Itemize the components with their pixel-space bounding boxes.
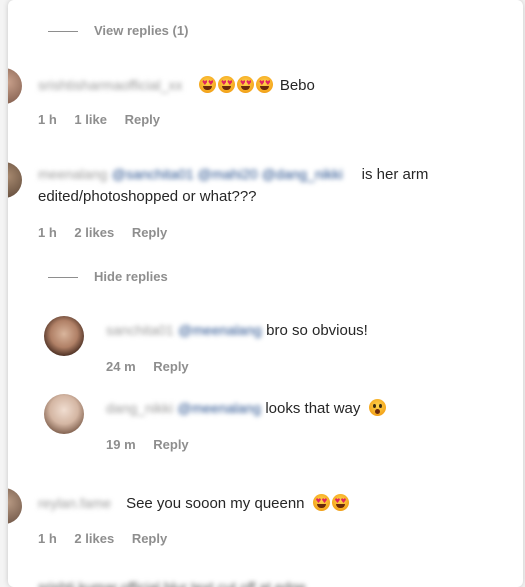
reply-meta: 24 m Reply: [106, 359, 203, 374]
surprised-face-emoji: [368, 399, 386, 416]
comments-panel: View replies (1) srishtisharmaofficial_x…: [8, 0, 523, 587]
heart-eyes-emoji: [312, 494, 330, 511]
reply-button[interactable]: Reply: [132, 225, 167, 240]
comment-username[interactable]: srishtisharmaofficial_xx: [38, 77, 182, 93]
heart-eyes-emoji: [218, 76, 236, 93]
comment-meta: 1 h 1 like Reply: [38, 112, 174, 127]
heart-eyes-emoji: [199, 76, 217, 93]
reply-text: looks that way: [265, 400, 361, 417]
comment-meta: 1 h 2 likes Reply: [38, 225, 181, 240]
reply-button[interactable]: Reply: [153, 359, 188, 374]
comment-username[interactable]: meenalang: [38, 166, 107, 182]
comment-text: Bebo: [279, 77, 315, 94]
reply-time: 19 m: [106, 437, 136, 452]
partial-comment-text: srishti.kumar.official.blur text cut off…: [38, 579, 306, 587]
avatar[interactable]: [44, 316, 84, 356]
emoji-group: [199, 76, 279, 94]
reply-button[interactable]: Reply: [153, 437, 188, 452]
view-replies-label[interactable]: View replies (1): [94, 23, 188, 38]
reply-time: 24 m: [106, 359, 136, 374]
comment-text: See you sooon my queenn: [126, 495, 305, 512]
avatar[interactable]: [44, 394, 84, 434]
reply-button[interactable]: Reply: [125, 112, 160, 127]
avatar[interactable]: [8, 162, 22, 198]
reply-meta: 19 m Reply: [106, 437, 203, 452]
comment-likes[interactable]: 2 likes: [74, 225, 114, 240]
comment-likes[interactable]: 2 likes: [74, 531, 114, 546]
avatar[interactable]: [8, 68, 22, 104]
comment-text-line1: is her arm: [361, 166, 429, 183]
toggle-divider: [48, 277, 78, 278]
partial-comment: srishti.kumar.official.blur text cut off…: [38, 576, 306, 587]
comment-time: 1 h: [38, 531, 57, 546]
emoji-group: [312, 494, 351, 512]
reply-mention[interactable]: @meenalang: [177, 400, 261, 416]
heart-eyes-emoji: [331, 494, 349, 511]
comment-username[interactable]: reylan.fame: [38, 495, 111, 511]
reply-username[interactable]: sanchita01: [106, 322, 174, 338]
reply-username[interactable]: dang_nikki: [106, 400, 173, 416]
hide-replies-label[interactable]: Hide replies: [94, 269, 168, 284]
comment-meta: 1 h 2 likes Reply: [38, 531, 181, 546]
comment-time: 1 h: [38, 225, 57, 240]
avatar[interactable]: [8, 488, 22, 524]
heart-eyes-emoji: [237, 76, 255, 93]
reply-mention[interactable]: @meenalang: [178, 322, 262, 338]
toggle-divider: [48, 31, 78, 32]
reply-text: bro so obvious!: [266, 322, 368, 339]
comment-text-line2: edited/photoshopped or what???: [38, 188, 257, 205]
comment-time: 1 h: [38, 112, 57, 127]
heart-eyes-emoji: [256, 76, 274, 93]
reply-button[interactable]: Reply: [132, 531, 167, 546]
comment-mentions[interactable]: @sanchita01 @mahi20 @dang_nikki: [112, 166, 343, 182]
comment-likes[interactable]: 1 like: [74, 112, 107, 127]
